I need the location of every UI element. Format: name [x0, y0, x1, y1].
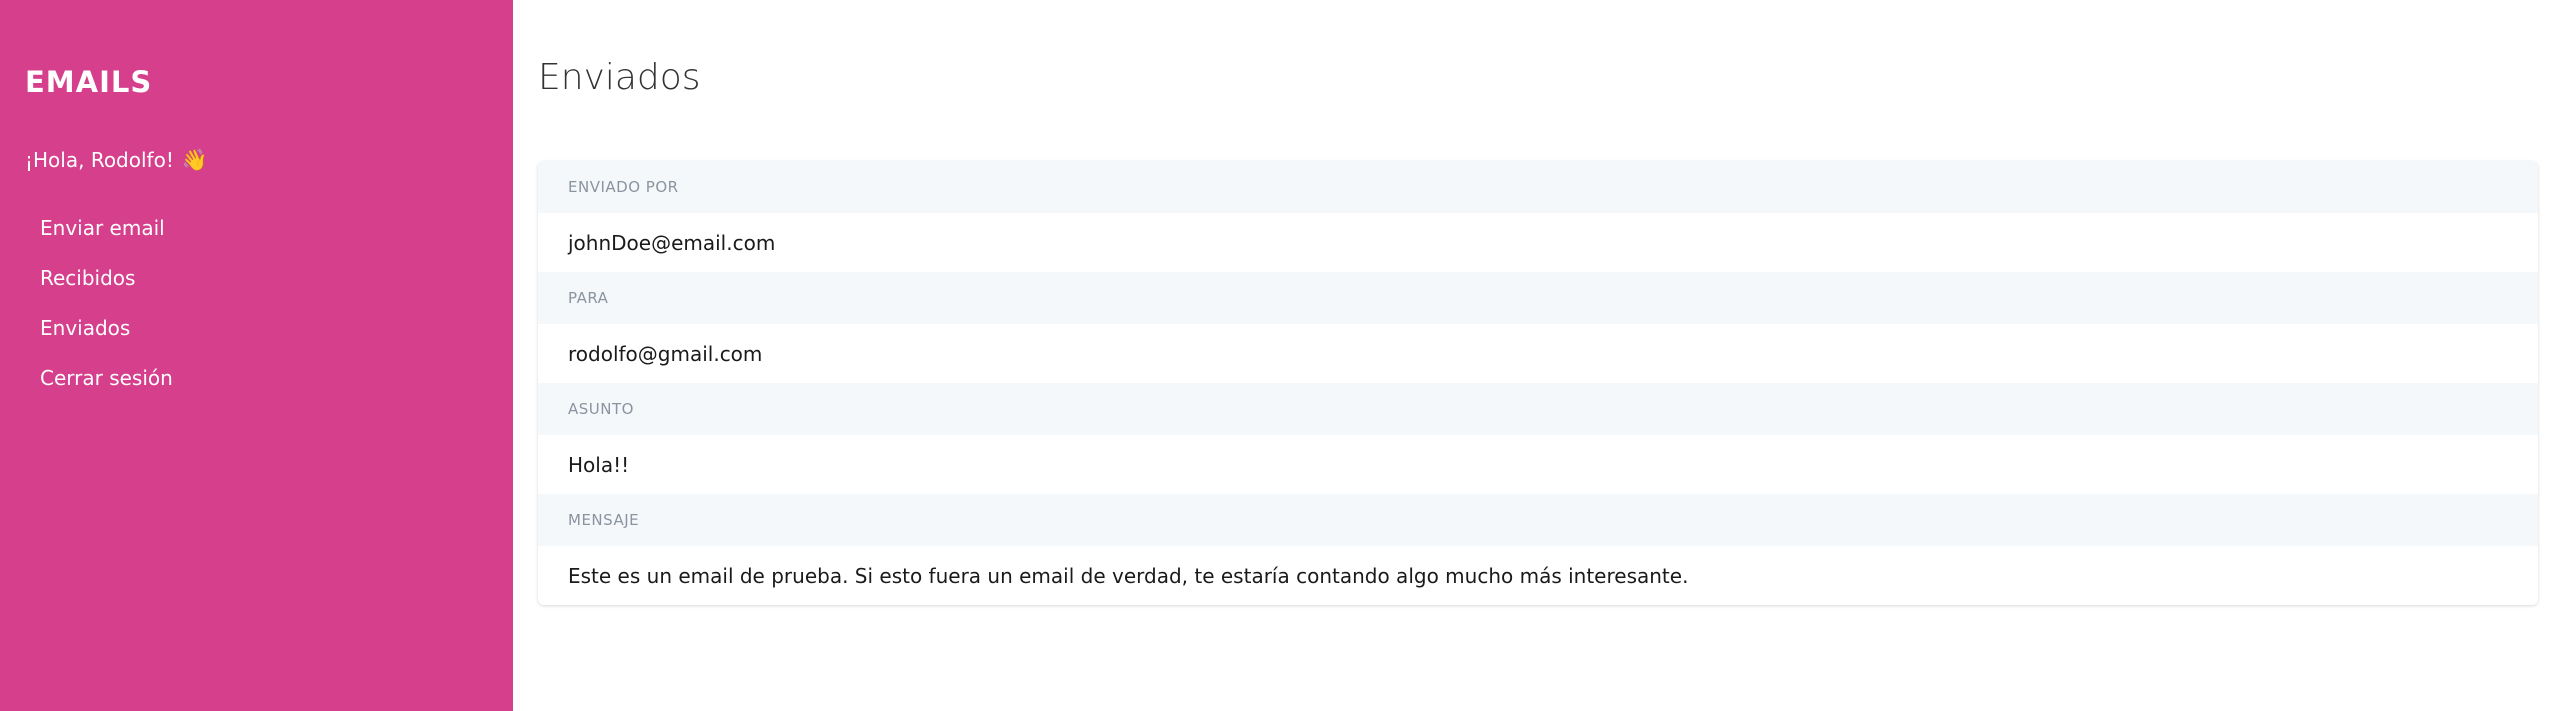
- message-value: Este es un email de prueba. Si esto fuer…: [568, 563, 1689, 588]
- waving-hand-icon: 👋: [181, 148, 208, 172]
- from-label: ENVIADO POR: [538, 161, 2538, 213]
- greeting: ¡Hola, Rodolfo! 👋: [25, 146, 488, 174]
- sidebar-item-enviar-email[interactable]: Enviar email: [25, 214, 488, 242]
- sidebar-item-cerrar-sesion[interactable]: Cerrar sesión: [25, 364, 488, 392]
- app-root: EMAILS ¡Hola, Rodolfo! 👋 Enviar email Re…: [0, 0, 2555, 711]
- main-content: Enviados ENVIADO POR johnDoe@email.com P…: [513, 0, 2555, 711]
- greeting-text: ¡Hola, Rodolfo!: [25, 148, 174, 172]
- sidebar-nav: Enviar email Recibidos Enviados Cerrar s…: [25, 214, 488, 392]
- brand-title: EMAILS: [25, 65, 153, 99]
- email-detail-card: ENVIADO POR johnDoe@email.com PARA rodol…: [538, 161, 2538, 605]
- sidebar: EMAILS ¡Hola, Rodolfo! 👋 Enviar email Re…: [0, 0, 513, 711]
- to-value: rodolfo@gmail.com: [568, 341, 763, 366]
- sidebar-item-recibidos[interactable]: Recibidos: [25, 264, 488, 292]
- subject-label: ASUNTO: [538, 383, 2538, 435]
- sidebar-item-enviados[interactable]: Enviados: [25, 314, 488, 342]
- page-title: Enviados: [538, 57, 701, 98]
- subject-value: Hola!!: [568, 452, 630, 477]
- to-label: PARA: [538, 272, 2538, 324]
- from-value: johnDoe@email.com: [568, 230, 776, 255]
- message-label: MENSAJE: [538, 494, 2538, 546]
